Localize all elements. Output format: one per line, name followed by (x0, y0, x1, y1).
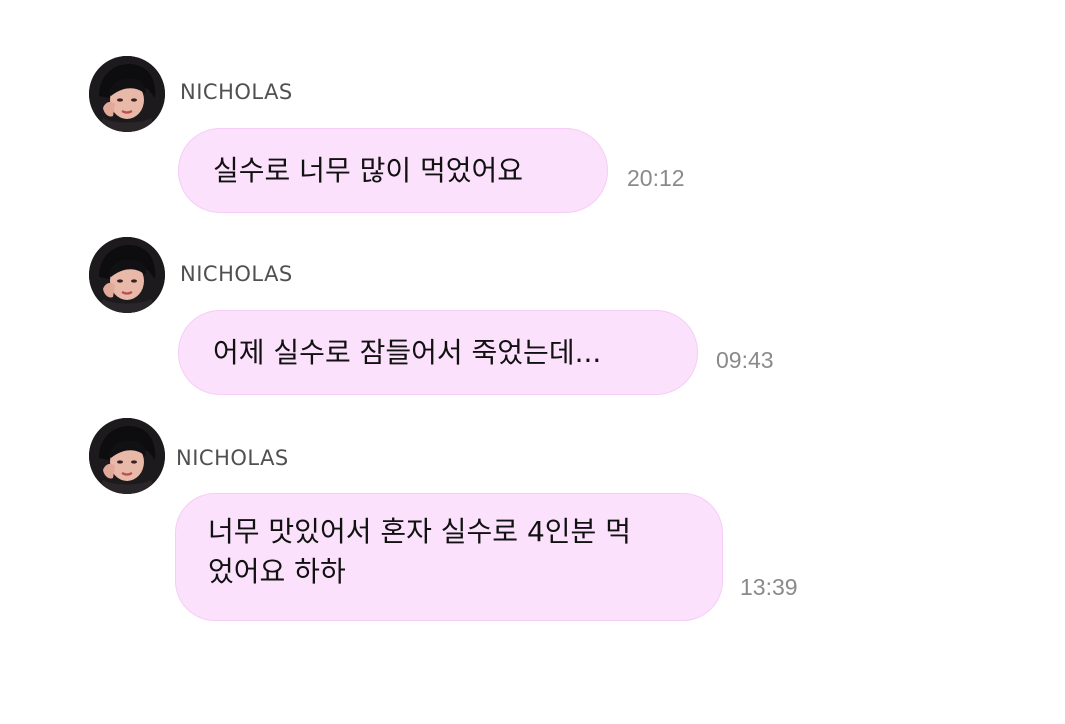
sender-name: NICHOLAS (180, 262, 293, 286)
sender-avatar[interactable] (89, 418, 165, 494)
message-text: 어제 실수로 잠들어서 죽었는데... (213, 336, 602, 369)
profile-photo-icon (89, 237, 165, 313)
profile-photo-icon (89, 56, 165, 132)
message-bubble[interactable]: 어제 실수로 잠들어서 죽었는데... (178, 310, 698, 395)
message-text: 실수로 너무 많이 먹었어요 (213, 154, 524, 187)
sender-name: NICHOLAS (176, 446, 289, 470)
message-time: 09:43 (716, 347, 774, 373)
sender-name: NICHOLAS (180, 80, 293, 104)
message-bubble[interactable]: 너무 맛있어서 혼자 실수로 4인분 먹 었어요 하하 (175, 493, 723, 621)
message-text: 너무 맛있어서 혼자 실수로 4인분 먹 었어요 하하 (208, 515, 631, 588)
message-bubble[interactable]: 실수로 너무 많이 먹었어요 (178, 128, 608, 213)
profile-photo-icon (89, 418, 165, 494)
sender-avatar[interactable] (89, 56, 165, 132)
message-time: 20:12 (627, 165, 685, 191)
sender-avatar[interactable] (89, 237, 165, 313)
message-time: 13:39 (740, 574, 798, 600)
